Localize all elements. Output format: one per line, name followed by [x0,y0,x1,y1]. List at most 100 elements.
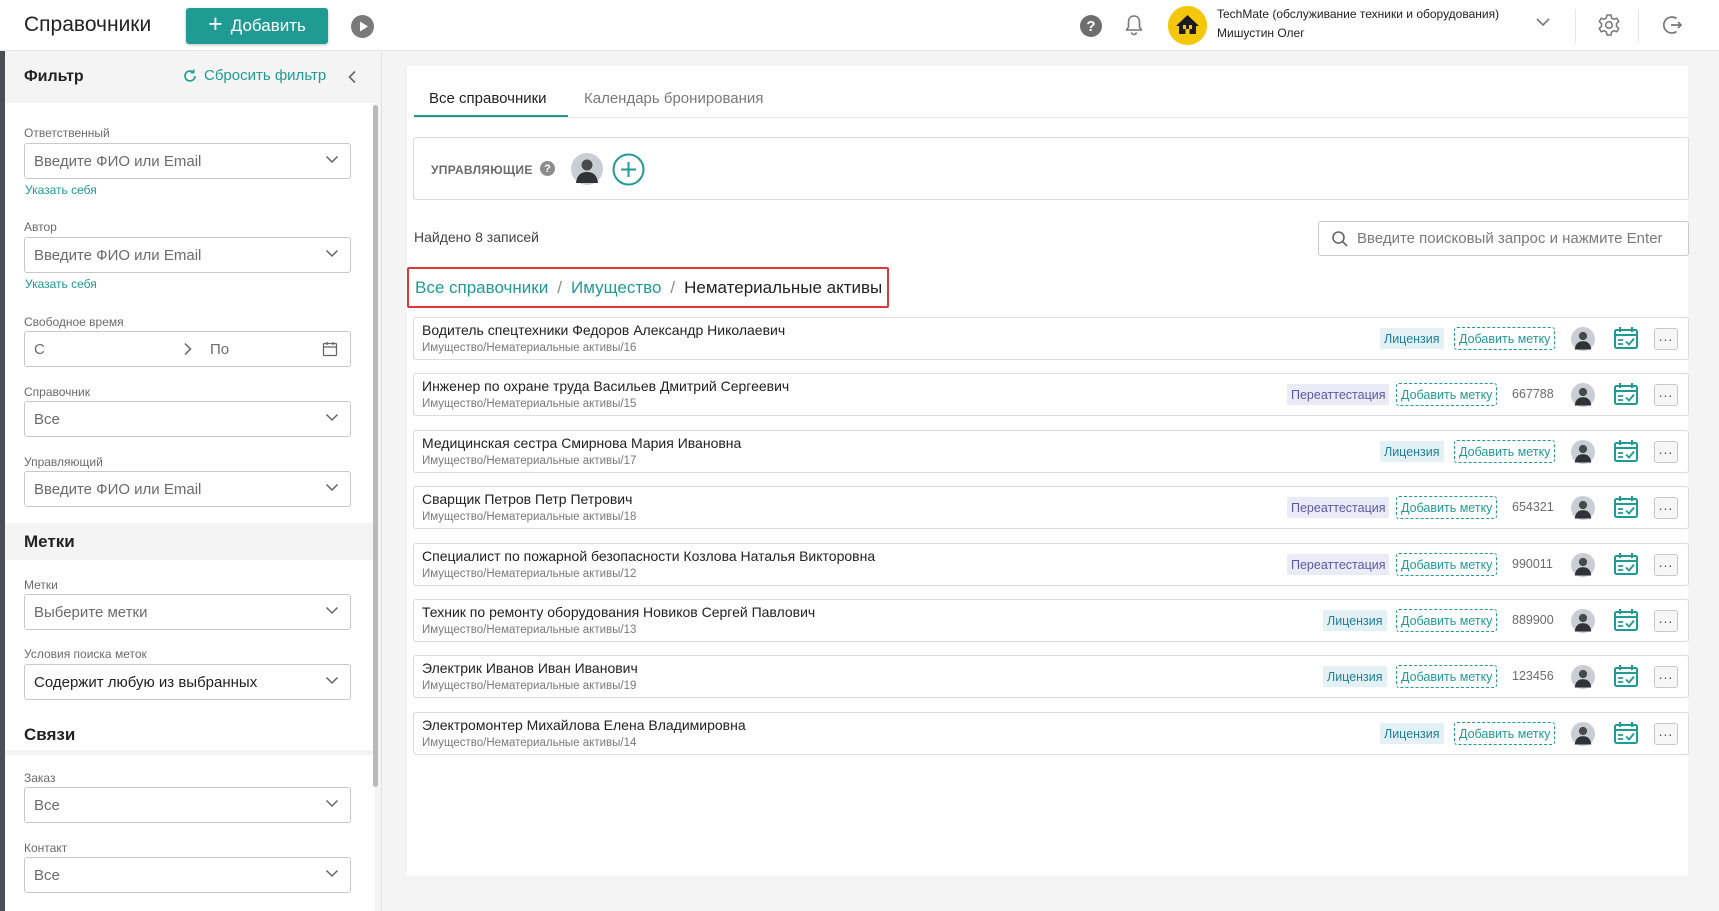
more-actions-button[interactable]: ... [1654,723,1678,745]
search-input[interactable] [1357,230,1677,247]
booking-calendar-button[interactable] [1613,326,1639,350]
more-actions-button[interactable]: ... [1654,497,1678,519]
tag-condition-label: Условия поиска меток [24,647,147,661]
tag-badge[interactable]: Переаттестация [1287,554,1390,575]
free-time-range[interactable]: С По [24,331,351,367]
list-item[interactable]: Водитель спецтехники Федоров Александр Н… [413,317,1689,360]
add-tag-button[interactable]: Добавить метку [1396,383,1498,406]
add-tag-button[interactable]: Добавить метку [1454,722,1556,745]
add-tag-button[interactable]: Добавить метку [1396,665,1498,688]
list-item[interactable]: Электрик Иванов Иван Иванович Имущество/… [413,655,1689,698]
settings-button[interactable] [1597,13,1621,37]
list-item-title[interactable]: Электромонтер Михайлова Елена Владимиров… [422,717,746,733]
list-item-path: Имущество/Нематериальные активы/12 [422,568,637,580]
more-actions-button[interactable]: ... [1654,554,1678,576]
row-avatar[interactable] [1571,553,1595,577]
free-time-from[interactable]: С [34,341,45,358]
list-item-title[interactable]: Водитель спецтехники Федоров Александр Н… [422,322,785,338]
play-video-button[interactable] [351,15,374,38]
tag-badge[interactable]: Переаттестация [1287,384,1390,405]
manager-field[interactable]: Введите ФИО или Email [24,471,351,507]
list-item-title[interactable]: Техник по ремонту оборудования Новиков С… [422,604,815,620]
tag-badge[interactable]: Лицензия [1380,441,1444,462]
order-label: Заказ [24,771,56,785]
list-item-title[interactable]: Сварщик Петров Петр Петрович [422,491,632,507]
sidebar-scrollbar[interactable] [373,105,378,787]
more-actions-button[interactable]: ... [1654,441,1678,463]
list-item-title[interactable]: Медицинская сестра Смирнова Мария Иванов… [422,435,741,451]
list-item[interactable]: Специалист по пожарной безопасности Козл… [413,543,1689,586]
responsible-field[interactable]: Введите ФИО или Email [24,143,351,179]
add-tag-button[interactable]: Добавить метку [1396,496,1498,519]
more-actions-button[interactable]: ... [1654,666,1678,688]
row-avatar[interactable] [1571,383,1595,407]
order-select[interactable]: Все [24,787,351,823]
tag-badge[interactable]: Лицензия [1323,610,1387,631]
more-actions-button[interactable]: ... [1654,384,1678,406]
list-item[interactable]: Инженер по охране труда Васильев Дмитрий… [413,373,1689,416]
list-item[interactable]: Сварщик Петров Петр Петрович Имущество/Н… [413,486,1689,529]
notifications-button[interactable] [1123,13,1145,37]
booking-calendar-button[interactable] [1613,552,1639,576]
header-divider [1638,9,1639,43]
list-item-path: Имущество/Нематериальные активы/15 [422,398,637,410]
free-time-to[interactable]: По [210,341,229,358]
breadcrumb-link-all[interactable]: Все справочники [415,278,548,298]
tab-booking-calendar[interactable]: Календарь бронирования [584,90,763,107]
tag-condition-select[interactable]: Содержит любую из выбранных [24,664,351,700]
more-actions-button[interactable]: ... [1654,610,1678,632]
calendar-check-icon [1614,722,1638,744]
managers-help-icon[interactable]: ? [540,161,555,176]
contact-select[interactable]: Все [24,857,351,893]
booking-calendar-button[interactable] [1613,382,1639,406]
chevron-down-icon [325,799,339,808]
collapse-sidebar-button[interactable] [347,70,357,84]
row-avatar[interactable] [1571,496,1595,520]
assign-self-link[interactable]: Указать себя [25,277,97,291]
row-avatar[interactable] [1571,609,1595,633]
list-item-title[interactable]: Электрик Иванов Иван Иванович [422,660,638,676]
list-item-title[interactable]: Специалист по пожарной безопасности Козл… [422,548,875,564]
account-menu-chevron[interactable] [1535,17,1551,27]
tags-select[interactable]: Выберите метки [24,594,351,630]
calendar-icon[interactable] [322,341,338,357]
tag-badge[interactable]: Лицензия [1323,666,1387,687]
add-tag-button[interactable]: Добавить метку [1454,327,1556,350]
assign-self-link[interactable]: Указать себя [25,183,97,197]
tag-badge[interactable]: Лицензия [1380,328,1444,349]
row-avatar[interactable] [1571,665,1595,689]
list-item[interactable]: Медицинская сестра Смирнова Мария Иванов… [413,430,1689,473]
booking-calendar-button[interactable] [1613,439,1639,463]
breadcrumb: Все справочники / Имущество / Нематериал… [407,267,889,308]
found-count: 8 [475,229,483,245]
row-avatar[interactable] [1571,440,1595,464]
booking-calendar-button[interactable] [1613,495,1639,519]
booking-calendar-button[interactable] [1613,664,1639,688]
breadcrumb-link-property[interactable]: Имущество [571,278,661,298]
tag-badge[interactable]: Лицензия [1380,723,1444,744]
list-item[interactable]: Электромонтер Михайлова Елена Владимиров… [413,712,1689,755]
add-tag-button[interactable]: Добавить метку [1396,553,1498,576]
author-field[interactable]: Введите ФИО или Email [24,237,351,273]
booking-calendar-button[interactable] [1613,608,1639,632]
row-avatar[interactable] [1571,327,1595,351]
list-item[interactable]: Техник по ремонту оборудования Новиков С… [413,599,1689,642]
help-button[interactable]: ? [1080,15,1102,37]
more-actions-button[interactable]: ... [1654,328,1678,350]
search-box[interactable] [1318,221,1689,256]
company-logo[interactable] [1168,6,1207,45]
row-avatar[interactable] [1571,722,1595,746]
add-manager-button[interactable] [612,153,645,186]
calendar-check-icon [1614,496,1638,518]
manager-avatar[interactable] [571,153,603,185]
reset-filter-link[interactable]: Сбросить фильтр [182,67,326,84]
tab-all-directories[interactable]: Все справочники [414,90,562,117]
booking-calendar-button[interactable] [1613,721,1639,745]
add-button[interactable]: + Добавить [186,8,328,44]
directory-select[interactable]: Все [24,401,351,437]
list-item-title[interactable]: Инженер по охране труда Васильев Дмитрий… [422,378,789,394]
tag-badge[interactable]: Переаттестация [1287,497,1390,518]
logout-button[interactable] [1660,13,1684,37]
add-tag-button[interactable]: Добавить метку [1396,609,1498,632]
add-tag-button[interactable]: Добавить метку [1454,440,1556,463]
